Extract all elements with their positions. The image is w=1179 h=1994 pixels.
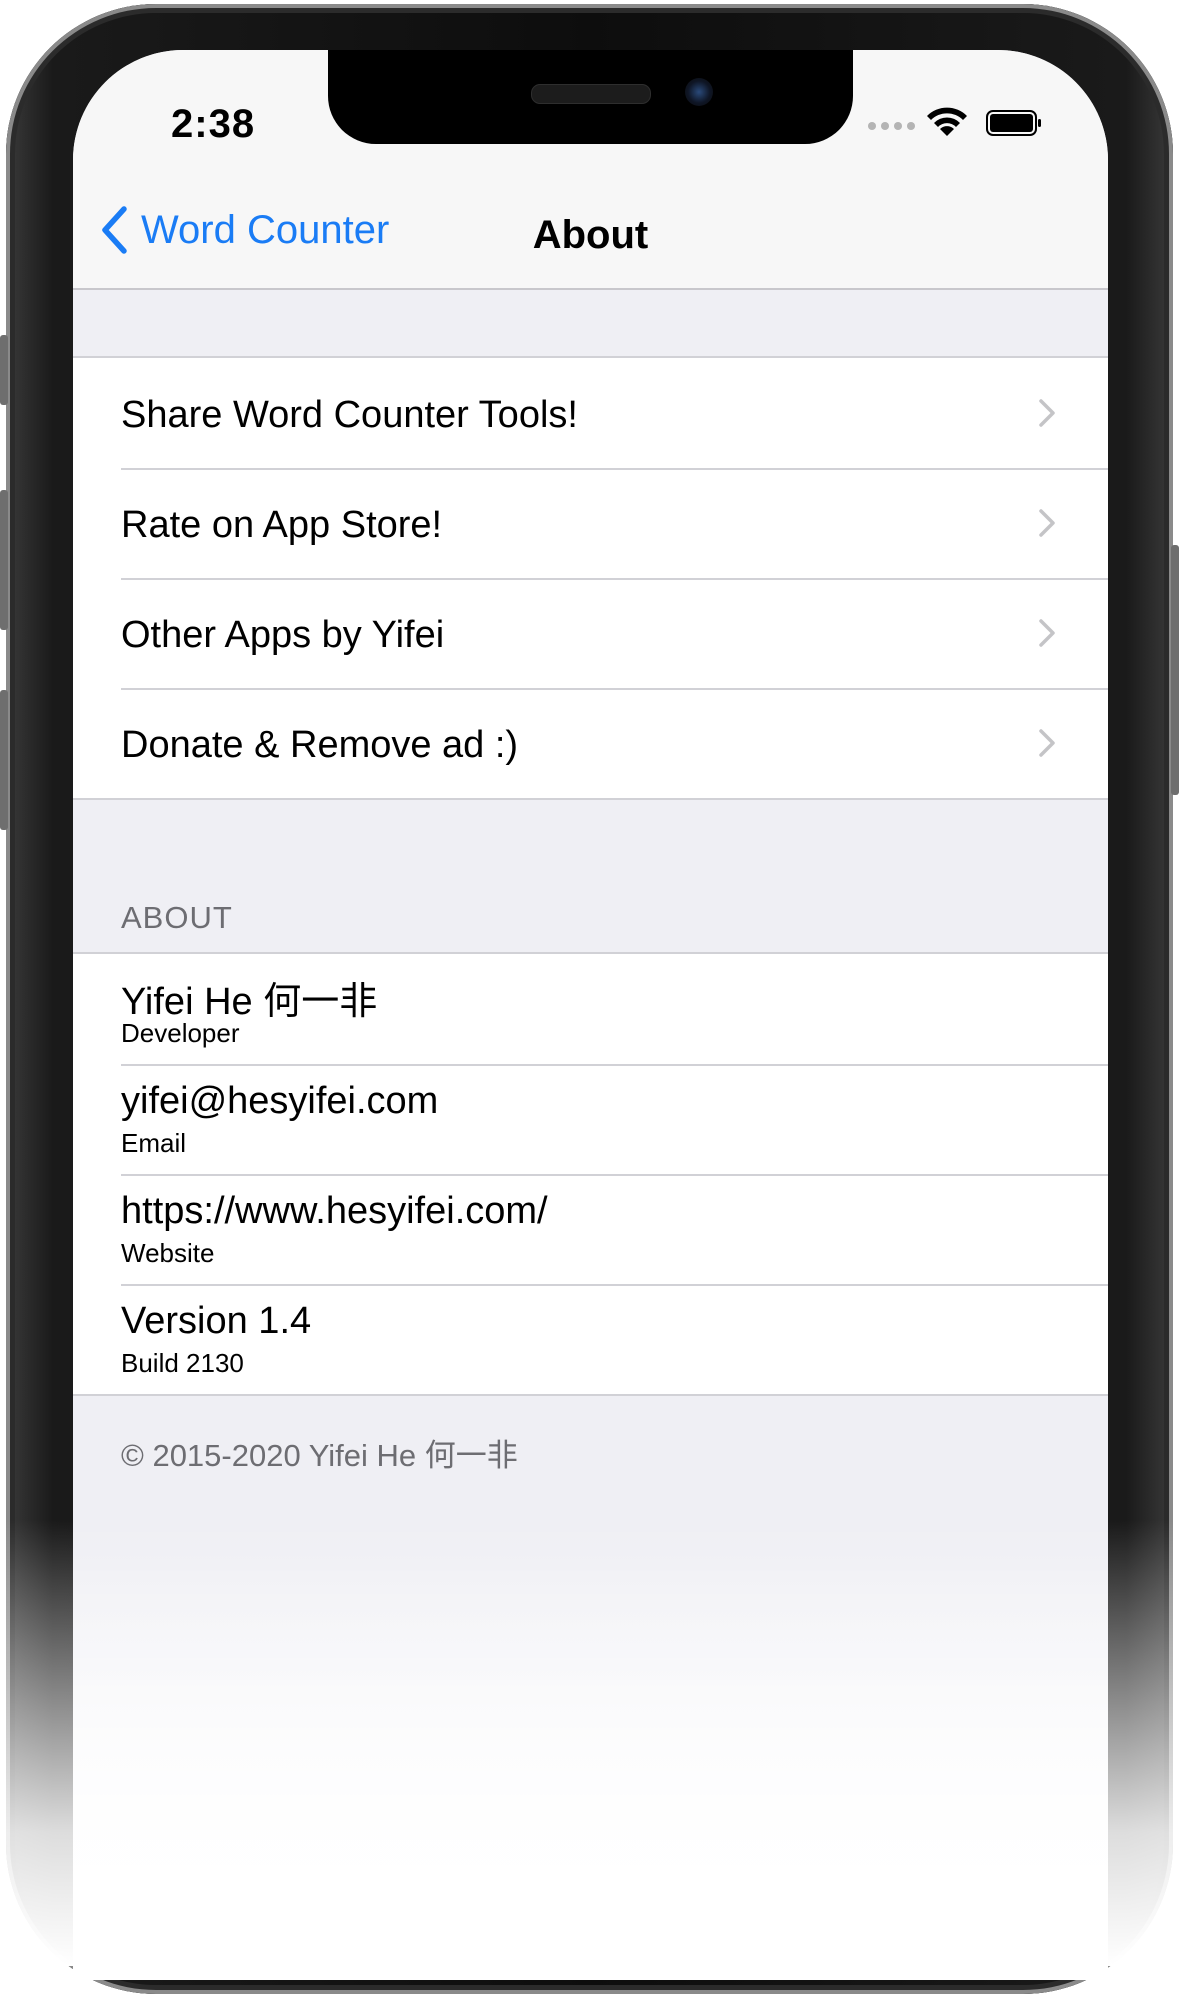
wifi-icon	[927, 107, 967, 136]
build-number: Build 2130	[121, 1348, 244, 1378]
page-title: About	[532, 213, 649, 257]
copyright-footer: © 2015-2020 Yifei He 何一非	[121, 1438, 518, 1473]
website-caption: Website	[121, 1238, 215, 1268]
version-number: Version 1.4	[121, 1300, 312, 1342]
share-row-label: Share Word Counter Tools!	[121, 394, 578, 436]
earpiece-speaker	[531, 84, 651, 104]
rate-row[interactable]: Rate on App Store!	[73, 468, 1108, 578]
actions-group: Share Word Counter Tools! Rate on App St…	[73, 356, 1108, 800]
battery-icon	[986, 110, 1041, 136]
power-button	[1171, 545, 1179, 795]
disclosure-chevron-icon	[1039, 729, 1055, 757]
volume-up-button	[0, 490, 8, 630]
about-group: Yifei He 何一非 Developer yifei@hesyifei.co…	[73, 952, 1108, 1396]
app-screen: 2:38 Word Counter About Share Word Count…	[73, 50, 1108, 1980]
other-apps-row[interactable]: Other Apps by Yifei	[73, 578, 1108, 688]
rate-row-label: Rate on App Store!	[121, 504, 443, 546]
volume-down-button	[0, 690, 8, 830]
donate-row-label: Donate & Remove ad :)	[121, 724, 519, 766]
disclosure-chevron-icon	[1039, 619, 1055, 647]
status-time: 2:38	[171, 102, 256, 146]
bottom-fade	[73, 1560, 1108, 1980]
website-url: https://www.hesyifei.com/	[121, 1190, 548, 1232]
developer-row[interactable]: Yifei He 何一非 Developer	[73, 954, 1108, 1064]
website-row[interactable]: https://www.hesyifei.com/ Website	[73, 1174, 1108, 1284]
share-row[interactable]: Share Word Counter Tools!	[73, 358, 1108, 468]
mute-switch	[0, 335, 8, 405]
donate-row[interactable]: Donate & Remove ad :)	[73, 688, 1108, 798]
email-address: yifei@hesyifei.com	[121, 1080, 439, 1122]
email-row[interactable]: yifei@hesyifei.com Email	[73, 1064, 1108, 1174]
email-caption: Email	[121, 1128, 187, 1158]
cellular-signal-icon	[868, 122, 915, 130]
developer-name: Yifei He 何一非	[121, 981, 378, 1023]
front-camera	[685, 78, 713, 106]
version-row: Version 1.4 Build 2130	[73, 1284, 1108, 1394]
disclosure-chevron-icon	[1039, 399, 1055, 427]
navigation-bar: 2:38 Word Counter About	[73, 50, 1108, 290]
developer-caption: Developer	[121, 1018, 240, 1048]
about-section-header: ABOUT	[121, 900, 233, 935]
display-notch	[328, 50, 853, 144]
other-apps-row-label: Other Apps by Yifei	[121, 614, 445, 656]
disclosure-chevron-icon	[1039, 509, 1055, 537]
